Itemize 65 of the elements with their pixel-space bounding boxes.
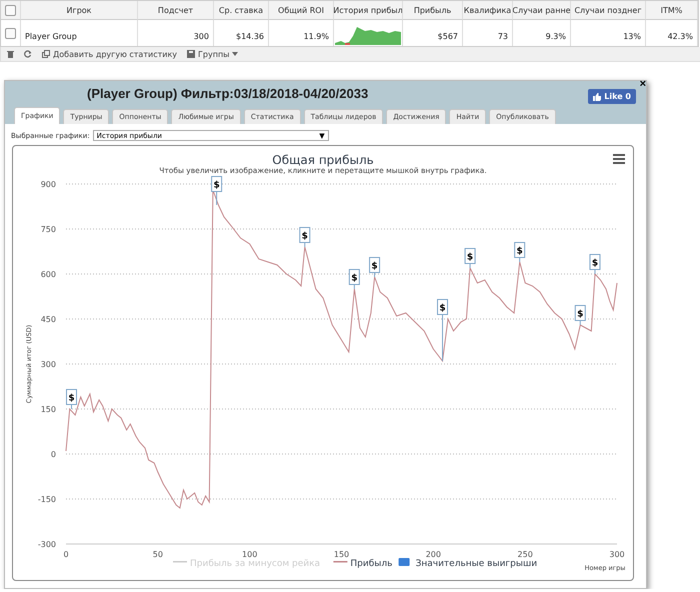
add-statistic-button[interactable]: Добавить другую статистику (42, 50, 178, 58)
x-tick-label: 150 (334, 550, 350, 559)
y-tick-label: 0 (50, 450, 56, 459)
annotation: $ (439, 304, 446, 314)
table-cell: Player Group (21, 20, 138, 46)
table-cell: 13% (571, 20, 646, 46)
delete-button[interactable] (7, 50, 14, 58)
x-tick-label: 200 (426, 550, 441, 559)
add-icon (42, 50, 50, 58)
x-tick-label: 50 (152, 550, 163, 559)
column-header[interactable]: Случаи позднег (571, 1, 646, 20)
table-cell: 42.3% (646, 20, 698, 46)
table-cell: 9.3% (513, 20, 571, 46)
column-header[interactable]: Квалифика (463, 1, 513, 20)
select-all-checkbox[interactable] (5, 4, 16, 16)
column-header[interactable]: История прибыл (334, 1, 403, 20)
column-header[interactable]: Подсчет (138, 1, 214, 20)
annotation: $ (371, 262, 378, 272)
table-cell: $14.36 (214, 20, 269, 46)
table-cell: 11.9% (269, 20, 334, 46)
y-tick-label: 450 (40, 315, 56, 324)
annotation: $ (577, 310, 584, 320)
refresh-icon (24, 50, 32, 58)
annotation: $ (592, 258, 598, 268)
column-header[interactable]: Общий ROI (269, 1, 334, 20)
y-tick-label: 600 (40, 270, 56, 279)
thumbs-up-icon (593, 92, 602, 100)
caret-icon (232, 52, 238, 56)
annotation: $ (213, 180, 220, 190)
x-tick-label: 100 (242, 550, 258, 559)
legend-item[interactable]: Значительные выигрыши (398, 558, 538, 569)
y-tick-label: -150 (38, 495, 56, 504)
column-header[interactable]: Ср. ставка (214, 1, 269, 20)
column-header[interactable]: Игрок (21, 1, 138, 20)
groups-button[interactable]: Группы (187, 50, 238, 58)
annotation: $ (68, 394, 75, 404)
annotation: $ (302, 232, 308, 242)
save-icon (187, 50, 196, 58)
column-header[interactable]: ITM% (646, 1, 698, 20)
y-tick-label: 150 (40, 405, 56, 414)
chart-title: Общая прибыль (272, 153, 374, 167)
panel-title: (Player Group) Фильтр:03/18/2018-04/20/2033 (87, 86, 368, 101)
y-tick-label: -300 (38, 540, 56, 549)
legend-item[interactable]: Прибыль (333, 559, 392, 569)
y-tick-label: 750 (40, 225, 56, 234)
column-header[interactable]: Прибыль (403, 1, 463, 20)
annotation: $ (351, 274, 358, 284)
annotation: $ (516, 246, 523, 256)
legend-label: Прибыль (350, 559, 392, 569)
table-cell: 73 (463, 20, 513, 46)
annotation: $ (466, 252, 474, 262)
like-button[interactable]: Like 0 (588, 89, 636, 104)
trash-icon (7, 50, 14, 58)
close-button[interactable]: × (640, 78, 646, 90)
table-cell: 300 (138, 20, 214, 46)
y-tick-label: 900 (40, 180, 56, 189)
row-checkbox[interactable] (5, 28, 16, 38)
table-cell: $567 (403, 20, 463, 46)
menu-icon[interactable] (613, 154, 625, 164)
column-header[interactable]: Случаи ранне (513, 1, 571, 20)
y-tick-label: 300 (40, 360, 56, 369)
x-tick-label: 300 (609, 550, 625, 559)
x-tick-label: 0 (63, 550, 69, 559)
x-tick-label: 250 (518, 550, 533, 559)
refresh-button[interactable] (24, 50, 32, 58)
